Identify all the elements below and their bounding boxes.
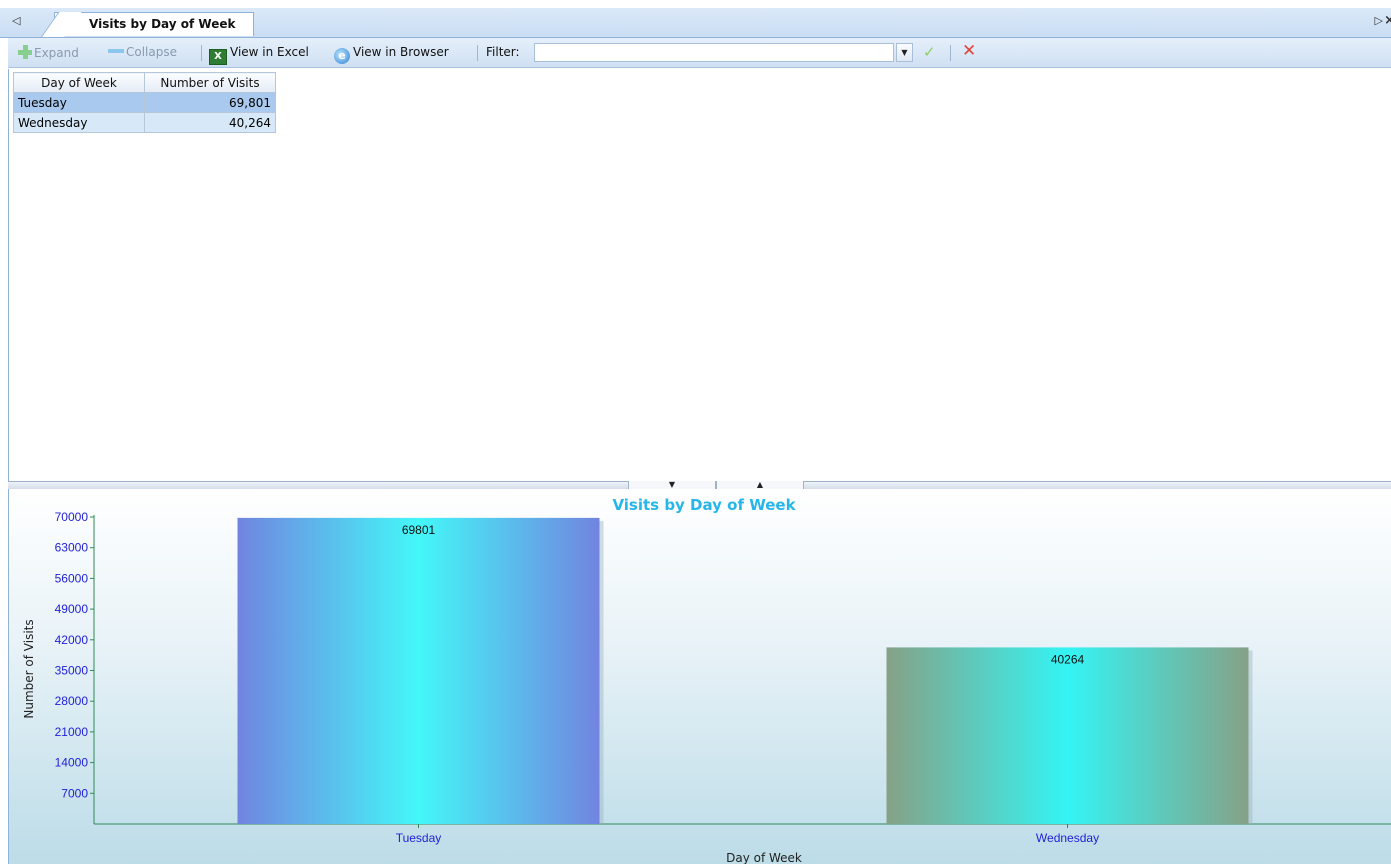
y-axis-title: Number of Visits	[22, 619, 36, 718]
scroll-left-icon[interactable]: ◁	[12, 14, 20, 27]
filter-label: Filter:	[486, 45, 520, 59]
bar-value-label: 69801	[402, 523, 436, 537]
y-tick-label: 7000	[61, 786, 88, 800]
chart-panel: Visits by Day of Week 7000 14000 21000 2800…	[8, 489, 1391, 864]
x-axis-title: Day of Week	[726, 851, 802, 864]
excel-icon: X	[209, 49, 227, 65]
collapse-label: Collapse	[126, 45, 177, 59]
view-in-browser-label: View in Browser	[353, 45, 449, 59]
clear-filter-icon[interactable]: ✕	[962, 41, 976, 61]
bar	[886, 647, 1249, 824]
toolbar-separator	[950, 45, 951, 61]
data-grid: Day of Week Number of Visits Tuesday 69,…	[13, 72, 276, 133]
apply-filter-icon[interactable]: ✓	[923, 43, 936, 61]
column-header-number-of-visits[interactable]: Number of Visits	[144, 72, 276, 93]
minus-icon	[108, 49, 124, 53]
view-in-excel-label: View in Excel	[230, 45, 309, 59]
table-row[interactable]: Wednesday 40,264	[13, 112, 276, 133]
y-tick-label: 42000	[55, 633, 89, 647]
y-tick-label: 14000	[55, 756, 89, 770]
cell-visits[interactable]: 69,801	[144, 92, 276, 113]
tab-visits-by-day-of-week[interactable]: Visits by Day of Week	[54, 12, 254, 36]
chart-title: Visits by Day of Week	[612, 496, 796, 514]
table-row[interactable]: Tuesday 69,801	[13, 92, 276, 113]
y-tick-label: 28000	[55, 694, 89, 708]
toolbar-separator	[477, 45, 478, 61]
bar-value-label: 40264	[1051, 652, 1085, 666]
tab-label: Visits by Day of Week	[89, 17, 236, 31]
window-top-border	[0, 0, 1391, 8]
collapse-button[interactable]: Collapse	[108, 45, 177, 59]
y-tick-label: 35000	[55, 664, 89, 678]
scroll-right-icon[interactable]: ▷	[1375, 14, 1383, 27]
toolbar: Expand Collapse X View in Excel e View in …	[8, 38, 1391, 68]
plus-icon	[18, 45, 32, 59]
bar	[237, 517, 600, 824]
x-tick-label: Tuesday	[396, 831, 442, 845]
expand-label: Expand	[34, 46, 79, 60]
column-header-day-of-week[interactable]: Day of Week	[13, 72, 145, 93]
browser-icon: e	[334, 48, 350, 64]
grid-panel: Day of Week Number of Visits Tuesday 69,…	[8, 69, 1391, 481]
x-tick-label: Wednesday	[1036, 831, 1099, 845]
view-in-excel-button[interactable]: X View in Excel	[209, 45, 309, 65]
cell-day[interactable]: Wednesday	[13, 112, 145, 133]
cell-visits[interactable]: 40,264	[144, 112, 276, 133]
view-in-browser-button[interactable]: e View in Browser	[334, 45, 449, 64]
y-tick-label: 49000	[55, 602, 89, 616]
filter-input[interactable]	[534, 43, 894, 62]
bar-chart: Visits by Day of Week 7000 14000 21000 2800…	[22, 496, 1391, 864]
close-icon[interactable]: ×	[1384, 13, 1391, 28]
y-tick-label: 56000	[55, 571, 89, 585]
y-tick-label: 70000	[55, 510, 89, 524]
cell-day[interactable]: Tuesday	[13, 92, 145, 113]
toolbar-separator	[201, 45, 202, 61]
y-tick-label: 63000	[55, 541, 89, 555]
panel-splitter[interactable]: ▼ ▲	[8, 481, 1391, 490]
y-tick-label: 21000	[55, 725, 89, 739]
filter-dropdown-icon[interactable]: ▼	[896, 43, 913, 62]
tab-strip: ◁ Visits by Day of Week ▷ ×	[0, 8, 1391, 38]
expand-button[interactable]: Expand	[18, 45, 79, 60]
